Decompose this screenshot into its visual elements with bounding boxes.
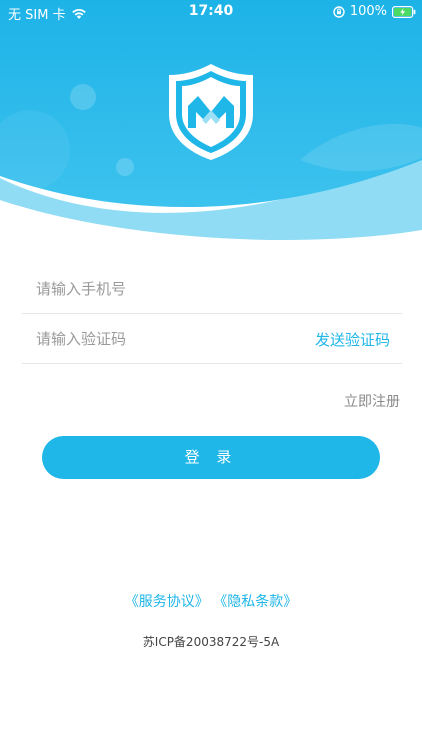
phone-input[interactable] — [36, 264, 296, 314]
privacy-policy-link[interactable]: 《隐私条款》 — [213, 594, 297, 610]
status-bar-right: 100% — [333, 4, 416, 19]
register-link[interactable]: 立即注册 — [344, 391, 400, 411]
send-code-button[interactable]: 发送验证码 — [315, 329, 390, 350]
code-field: 发送验证码 — [22, 314, 402, 364]
icp-license: 苏ICP备20038722号-5A — [142, 635, 280, 649]
shield-logo-icon — [166, 62, 256, 162]
agreement-links: 《服务协议》 《隐私条款》 — [0, 591, 422, 611]
battery-percent: 100% — [349, 4, 387, 19]
login-button[interactable]: 登 录 — [42, 436, 380, 479]
battery-charging-icon — [392, 5, 416, 18]
status-bar: 无 SIM 卡 17:40 100% — [0, 0, 422, 24]
orientation-lock-icon — [333, 5, 345, 18]
verification-code-input[interactable] — [36, 314, 296, 364]
service-agreement-link[interactable]: 《服务协议》 — [125, 594, 209, 610]
phone-field — [22, 264, 402, 314]
